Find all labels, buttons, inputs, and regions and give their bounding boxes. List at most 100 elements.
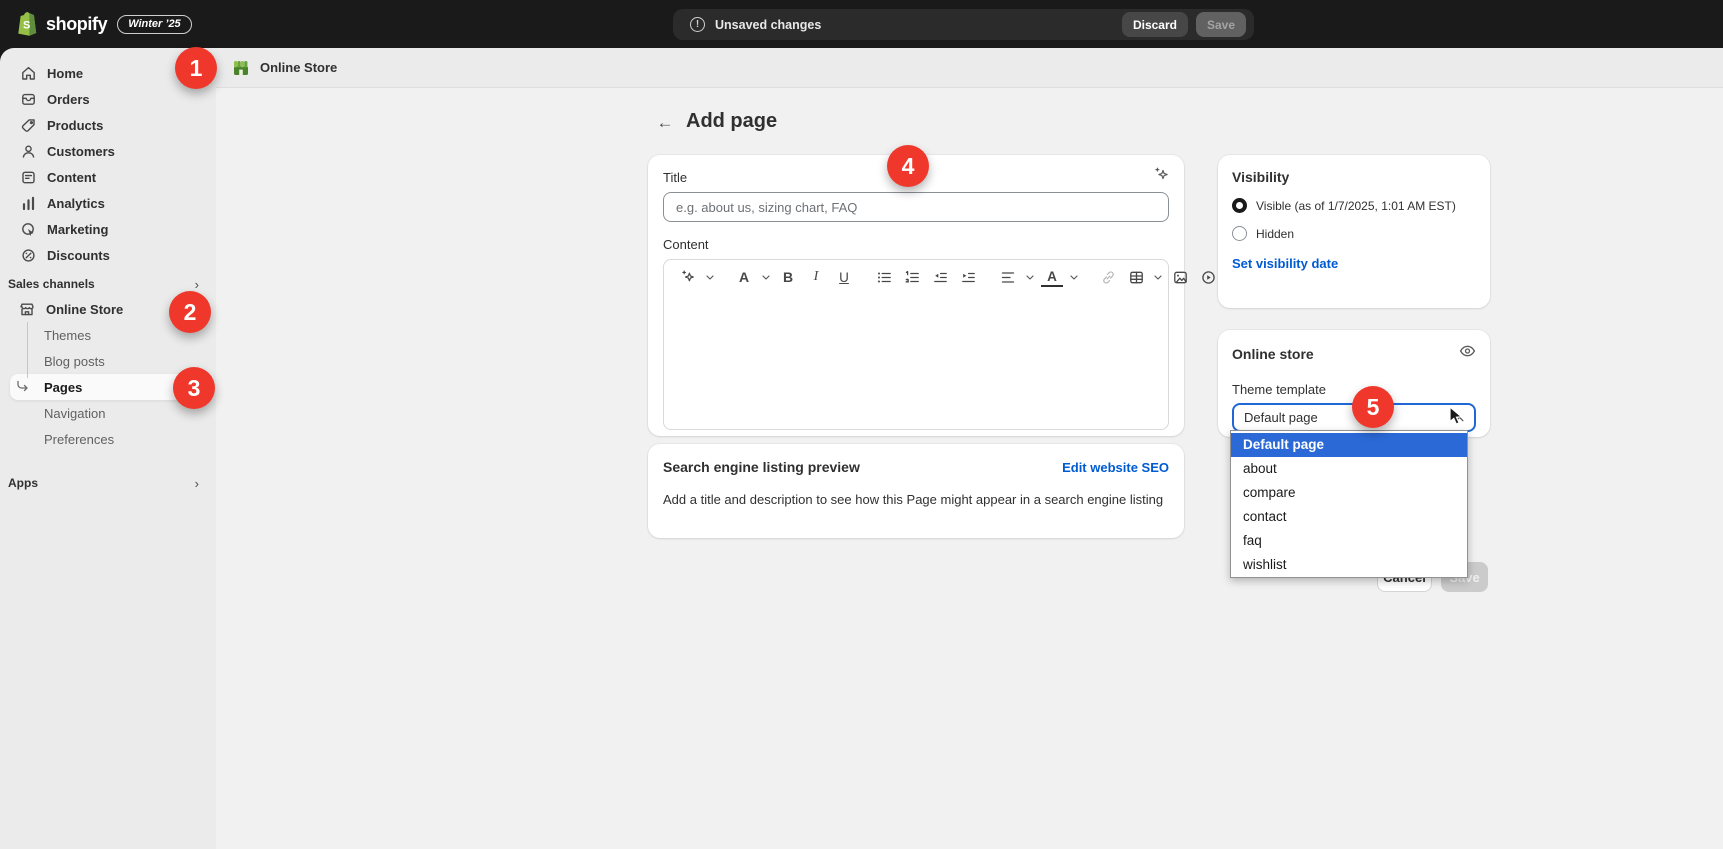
sidebar-main-nav: Home Orders Products Customers Content A… <box>0 60 216 268</box>
save-button-topbar[interactable]: Save <box>1196 12 1246 37</box>
sidebar-item-analytics[interactable]: Analytics <box>0 190 216 216</box>
chevron-down-icon[interactable] <box>705 267 715 287</box>
editor-toolbar: A B I U A </> <box>664 260 1168 294</box>
annotation-step-3: 3 <box>173 367 215 409</box>
svg-text:S: S <box>23 20 30 32</box>
video-icon[interactable] <box>1197 267 1219 287</box>
text-style-icon[interactable]: A <box>733 267 755 287</box>
back-arrow-icon[interactable]: ← <box>652 110 678 136</box>
chevron-right-icon[interactable]: › <box>195 476 199 491</box>
visibility-option-visible[interactable]: Visible (as of 1/7/2025, 1:01 AM EST) <box>1232 198 1476 213</box>
dropdown-option-about[interactable]: about <box>1231 457 1467 481</box>
storefront-icon <box>19 302 35 317</box>
theme-template-dropdown: Default page about compare contact faq w… <box>1230 430 1468 578</box>
unsaved-changes-label: Unsaved changes <box>715 18 821 32</box>
italic-icon[interactable]: I <box>805 267 827 287</box>
text-color-icon[interactable]: A <box>1041 267 1063 287</box>
magic-sparkle-icon[interactable] <box>1154 167 1169 187</box>
visibility-card: Visibility Visible (as of 1/7/2025, 1:01… <box>1218 155 1490 308</box>
active-tab-label[interactable]: Online Store <box>260 60 337 75</box>
sales-channels-header: Sales channels › <box>0 277 216 291</box>
online-store-favicon <box>233 60 249 76</box>
products-icon <box>20 118 36 133</box>
bullet-list-icon[interactable] <box>873 267 895 287</box>
discounts-icon <box>20 248 36 263</box>
sidebar-item-orders[interactable]: Orders <box>0 86 216 112</box>
shopify-logo[interactable]: S shopify Winter ’25 <box>16 10 192 38</box>
indent-icon[interactable] <box>957 267 979 287</box>
annotation-step-1: 1 <box>175 47 217 89</box>
table-icon[interactable] <box>1125 267 1147 287</box>
browser-tab-strip: Online Store <box>216 48 1723 88</box>
chevron-down-icon[interactable] <box>761 267 771 287</box>
select-value: Default page <box>1244 410 1318 425</box>
edit-website-seo-link[interactable]: Edit website SEO <box>1062 460 1169 475</box>
sidebar: Home Orders Products Customers Content A… <box>0 48 216 849</box>
dropdown-option-contact[interactable]: contact <box>1231 505 1467 529</box>
sidebar-item-marketing[interactable]: Marketing <box>0 216 216 242</box>
dropdown-option-compare[interactable]: compare <box>1231 481 1467 505</box>
page-title: Add page <box>686 110 777 133</box>
seo-card-description: Add a title and description to see how t… <box>663 492 1169 507</box>
sidebar-item-discounts[interactable]: Discounts <box>0 242 216 268</box>
chevron-down-icon[interactable] <box>1069 267 1079 287</box>
alert-icon: ! <box>690 17 705 32</box>
title-content-card: Title Content A B I U A <box>648 155 1184 436</box>
numbered-list-icon[interactable] <box>901 267 923 287</box>
dropdown-option-default-page[interactable]: Default page <box>1231 433 1467 457</box>
title-input[interactable] <box>663 192 1169 222</box>
content-rich-text-editor[interactable]: A B I U A </> <box>663 259 1169 430</box>
image-icon[interactable] <box>1169 267 1191 287</box>
visibility-heading: Visibility <box>1232 169 1476 185</box>
underline-icon[interactable]: U <box>833 267 855 287</box>
discard-button[interactable]: Discard <box>1122 12 1188 37</box>
bold-icon[interactable]: B <box>777 267 799 287</box>
orders-icon <box>20 92 36 107</box>
sidebar-item-label: Products <box>47 118 103 133</box>
analytics-icon <box>20 196 36 211</box>
sidebar-item-label: Discounts <box>47 248 110 263</box>
shopify-bag-icon: S <box>16 11 39 37</box>
chevron-down-icon[interactable] <box>1153 267 1163 287</box>
chevron-right-icon[interactable]: › <box>195 277 199 292</box>
sidebar-item-label: Online Store <box>46 302 123 317</box>
topbar: S shopify Winter ’25 ! Unsaved changes D… <box>0 0 1723 48</box>
annotation-step-2: 2 <box>169 291 211 333</box>
branch-arrow-icon <box>16 381 32 398</box>
version-badge: Winter ’25 <box>117 15 191 34</box>
dropdown-option-wishlist[interactable]: wishlist <box>1231 553 1467 577</box>
radio-unselected-icon[interactable] <box>1232 226 1247 241</box>
chevron-down-icon[interactable] <box>1025 267 1035 287</box>
sidebar-item-label: Marketing <box>47 222 108 237</box>
nav-tree-connector <box>27 322 28 378</box>
content-label: Content <box>663 237 1169 252</box>
shopify-wordmark: shopify <box>46 14 107 35</box>
seo-preview-card: Search engine listing preview Edit websi… <box>648 444 1184 538</box>
sidebar-item-label: Orders <box>47 92 90 107</box>
annotation-step-4: 4 <box>887 145 929 187</box>
sidebar-item-customers[interactable]: Customers <box>0 138 216 164</box>
sidebar-item-label: Home <box>47 66 83 81</box>
eye-icon[interactable] <box>1459 344 1476 363</box>
marketing-icon <box>20 222 36 237</box>
alignment-icon[interactable] <box>997 267 1019 287</box>
seo-card-heading: Search engine listing preview <box>663 459 860 475</box>
outdent-icon[interactable] <box>929 267 951 287</box>
sidebar-item-products[interactable]: Products <box>0 112 216 138</box>
content-icon <box>20 170 36 185</box>
content-editor-area[interactable] <box>664 294 1168 424</box>
sidebar-item-label: Analytics <box>47 196 105 211</box>
dropdown-option-faq[interactable]: faq <box>1231 529 1467 553</box>
apps-header: Apps › <box>0 476 216 490</box>
link-icon[interactable] <box>1097 267 1119 287</box>
set-visibility-date-link[interactable]: Set visibility date <box>1232 256 1338 271</box>
radio-selected-icon[interactable] <box>1232 198 1247 213</box>
visibility-option-hidden[interactable]: Hidden <box>1232 226 1476 241</box>
topbar-actions: Discard Save <box>1122 12 1246 37</box>
unsaved-changes-bar: ! Unsaved changes Discard Save <box>673 9 1254 40</box>
sidebar-item-content[interactable]: Content <box>0 164 216 190</box>
customers-icon <box>20 144 36 159</box>
home-icon <box>20 66 36 81</box>
sidebar-item-preferences[interactable]: Preferences <box>0 426 216 452</box>
magic-sparkle-icon[interactable] <box>677 267 699 287</box>
